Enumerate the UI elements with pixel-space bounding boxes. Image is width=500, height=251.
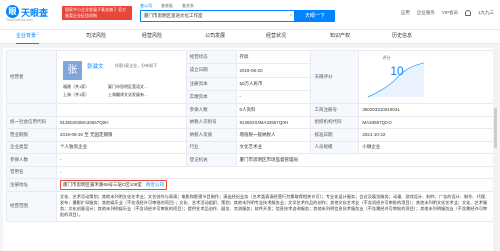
tab-status[interactable]: 经营状况 <box>266 30 286 44</box>
region-shanghai: 上海（共1家） <box>62 92 90 97</box>
type-label: 企业类型 <box>6 140 57 154</box>
insured-label: 参保人数 <box>6 153 57 167</box>
search-tab-boss[interactable]: 查老板 <box>161 3 173 9</box>
paid-label: 实缴资本 <box>185 89 237 105</box>
tax-value: 91350203MA33557Q0H <box>235 115 312 129</box>
clear-icon[interactable]: × <box>288 13 294 19</box>
nearby-companies-link[interactable]: 附近公司 <box>146 182 164 187</box>
nav-vip[interactable]: VIP会员 <box>442 10 458 16</box>
search-button[interactable]: 天眼一下 <box>295 10 335 22</box>
address-value: 厦门市思明区嘉禾路69号三层C区108室 <box>62 181 142 187</box>
term-label: 营业期限 <box>6 128 57 142</box>
scope-label: 经营范围 <box>6 190 57 222</box>
nav-user[interactable]: 1九九三 <box>478 10 494 16</box>
legal-person-meta: 任职1家企业，分布如下 <box>114 63 158 68</box>
avatar[interactable]: 张 <box>62 61 82 80</box>
org-value: MA33557Q0-0 <box>358 115 494 129</box>
bell-icon[interactable] <box>464 10 471 16</box>
capital-value: 50万人民币 <box>235 76 312 91</box>
tab-count: 7 <box>37 32 39 36</box>
status-label: 经营状态 <box>185 49 237 65</box>
address-label: 注册地址 <box>6 178 57 192</box>
score-label: 天眼评分 <box>310 50 360 104</box>
score-value: 10 <box>390 64 404 78</box>
est-value: 2019-08-20 <box>235 63 312 78</box>
address-highlight: 厦门市思明区嘉禾路69号三层C区108室 附近公司 <box>59 179 167 190</box>
staff-count-value: 0人资料 <box>235 103 312 117</box>
credit-value: 91350203MA33557Q0H <box>55 115 187 129</box>
size-value: 小微企业 <box>358 140 494 154</box>
tab-ip[interactable]: 知识产权 <box>330 30 350 44</box>
insured-value: - <box>55 153 187 167</box>
search-tab-company[interactable]: 查公司 <box>140 3 152 9</box>
size-label: 人员规模 <box>310 140 360 154</box>
business-info-panel: 经营者 张 张滋文 任职1家企业，分布如下 福建（共1家） 厦门市思明区宽语文.… <box>3 48 497 251</box>
term-value: 2019-08-20 至 无固定期限 <box>55 128 187 142</box>
tab-development[interactable]: 公司发展 <box>205 30 225 44</box>
type-value: 个人独资企业 <box>55 140 187 154</box>
authority-value: 厦门市思明区市场监督管理局 <box>235 153 495 167</box>
search-tab-relation[interactable]: 查关系 <box>182 3 194 9</box>
search-input[interactable]: 厦门市思明区宽语文化工作室 <box>140 10 295 22</box>
credit-label: 统一社会信用代码 <box>6 115 57 129</box>
related-company-2[interactable]: 上海翻译文化发展有... <box>108 92 147 98</box>
address-cell: 厦门市思明区嘉禾路69号三层C区108室 附近公司 <box>55 178 495 192</box>
approve-value: 2021-10-22 <box>358 128 494 142</box>
scrollbar[interactable] <box>493 48 497 251</box>
industry-value: 文化艺术业 <box>235 140 312 154</box>
org-label: 组织机构代码 <box>310 115 360 129</box>
section-tabs: 企业背景7 司法风险 经营风险 公司发展 经营状况 知识产权 历史信息 <box>0 30 500 44</box>
capital-label: 注册资本 <box>185 76 237 91</box>
logo[interactable]: 眼 天眼查 <box>6 5 56 19</box>
authority-label: 登记机关 <box>185 153 237 167</box>
scrollbar-thumb[interactable] <box>493 108 497 148</box>
promo-badge: 国家中小企业发展子基金旗下 官方备案企业征信机构 <box>62 6 132 20</box>
top-header: 眼 天眼查 TianYanCha.com 国家中小企业发展子基金旗下 官方备案企… <box>0 0 500 30</box>
search-mode-tabs: 查公司 查老板 查关系 <box>140 3 194 9</box>
status-value: 存续 <box>235 49 312 65</box>
business-info-table: 经营者 张 张滋文 任职1家企业，分布如下 福建（共1家） 厦门市思明区宽语文.… <box>6 49 495 222</box>
approve-label: 核准日期 <box>310 128 360 142</box>
tab-background[interactable]: 企业背景7 <box>16 30 39 44</box>
legal-person-name[interactable]: 张滋文 <box>87 62 104 70</box>
paid-value: - <box>235 89 312 105</box>
score-title: 评分 <box>382 55 391 60</box>
tax-label: 纳税人识别号 <box>185 115 237 129</box>
scope-value: 文化、艺术活动策划；其他未列明文化艺术业；文艺创作与表演；电影和影视节目制作；演… <box>55 190 495 222</box>
related-company-1[interactable]: 厦门市思明区宽语文... <box>108 84 147 90</box>
industry-label: 行业 <box>185 140 237 154</box>
nav-enterprise[interactable]: 企业服务 <box>417 10 435 16</box>
taxpayer-label: 纳税人资质 <box>185 128 237 142</box>
used-name-value: - <box>55 165 495 179</box>
legal-person-cell: 张 张滋文 任职1家企业，分布如下 福建（共1家） 厦门市思明区宽语文... 上… <box>55 50 187 104</box>
staff-label <box>6 103 57 117</box>
region-fujian: 福建（共1家） <box>62 84 90 89</box>
tab-history[interactable]: 历史信息 <box>392 30 412 44</box>
tab-judicial[interactable]: 司法风险 <box>86 30 106 44</box>
taxpayer-value: 增值税一般纳税人 <box>235 128 312 142</box>
reg-no-label: 工商注册号 <box>310 103 360 117</box>
est-label: 成立日期 <box>185 63 237 78</box>
tab-operation-risk[interactable]: 经营风险 <box>142 30 162 44</box>
used-name-label: 曾用名 <box>6 165 57 179</box>
score-cell: 评分 10 <box>358 50 494 104</box>
legal-label: 经营者 <box>6 50 57 104</box>
top-nav: 应用 企业服务 VIP会员 1九九三 <box>401 10 494 16</box>
reg-no-value: 350203310019041 <box>358 103 494 117</box>
staff-count-label: 参保人数 <box>185 103 237 117</box>
nav-apps[interactable]: 应用 <box>401 10 410 16</box>
logo-eye-icon: 眼 <box>6 5 19 18</box>
logo-sub: TianYanCha.com <box>6 18 33 22</box>
